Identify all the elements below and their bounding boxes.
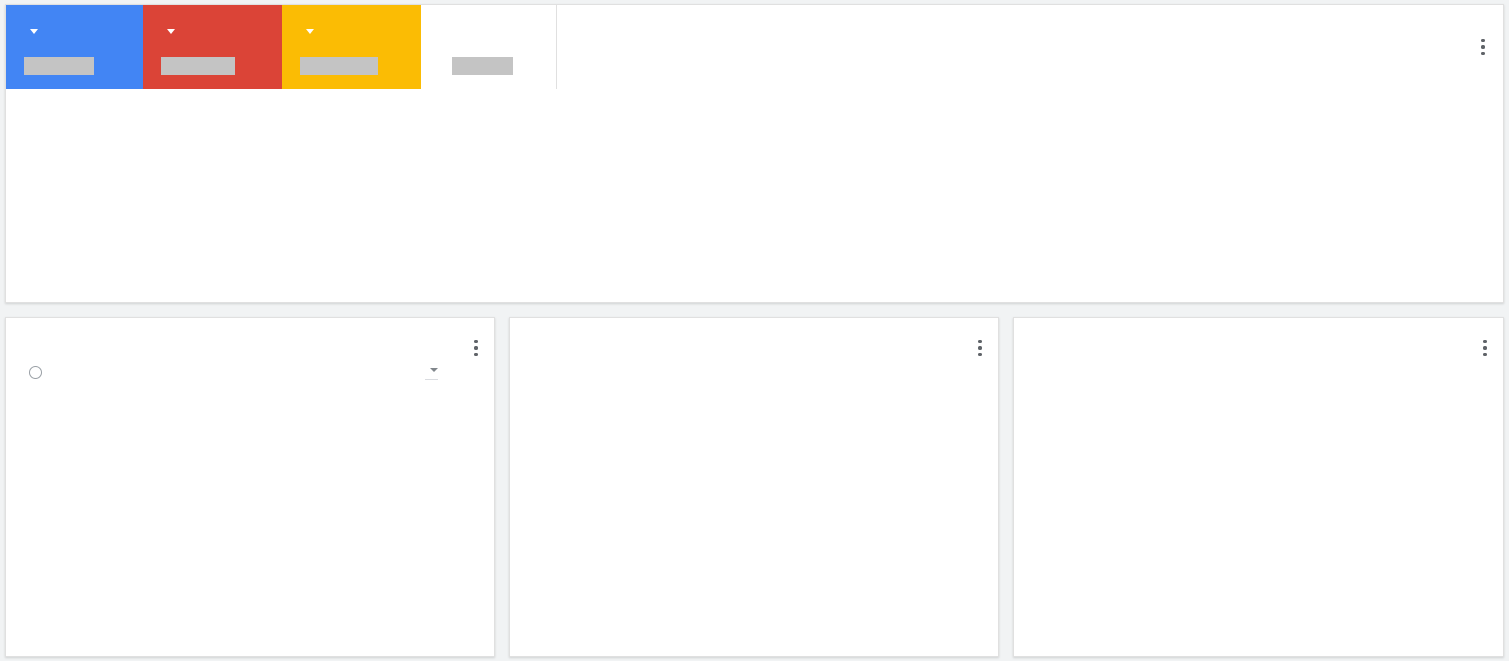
performance-line-chart [6,89,1505,303]
chevron-down-icon[interactable] [430,367,438,372]
chart-svg [6,89,1505,303]
chevron-down-icon[interactable] [306,29,314,35]
chevron-down-icon[interactable] [30,29,38,35]
metric-tab-conversions[interactable] [282,5,421,89]
overview-more-options-icon[interactable] [1473,27,1493,67]
keywords-more-options-icon[interactable] [1475,328,1495,368]
metric-tab-cost[interactable] [421,5,557,89]
keywords-column-headers [1014,374,1503,400]
keywords-card [1013,317,1504,657]
metric-cost-value [449,57,513,75]
metric-value-placeholder [161,57,235,75]
ads-overview-page [0,0,1509,661]
performance-overview-card [5,4,1504,303]
dashboard-panels-row [5,317,1504,657]
metric-value-placeholder [452,57,513,75]
chevron-down-icon[interactable] [167,29,175,35]
biggest-changes-metric-selector[interactable] [425,362,438,380]
metric-tab-impressions[interactable] [143,5,282,89]
metric-tab-clicks[interactable] [6,5,143,89]
metric-value-placeholder [24,57,94,75]
help-icon[interactable] [29,366,42,379]
biggest-changes-card [5,317,495,657]
metric-value-placeholder [300,57,378,75]
biggest-changes-subtitle-row [24,366,42,379]
campaigns-more-options-icon[interactable] [970,328,990,368]
metric-tab-strip [6,5,557,89]
campaigns-card [509,317,999,657]
biggest-changes-more-options-icon[interactable] [466,328,486,368]
campaigns-column-headers [510,374,998,400]
